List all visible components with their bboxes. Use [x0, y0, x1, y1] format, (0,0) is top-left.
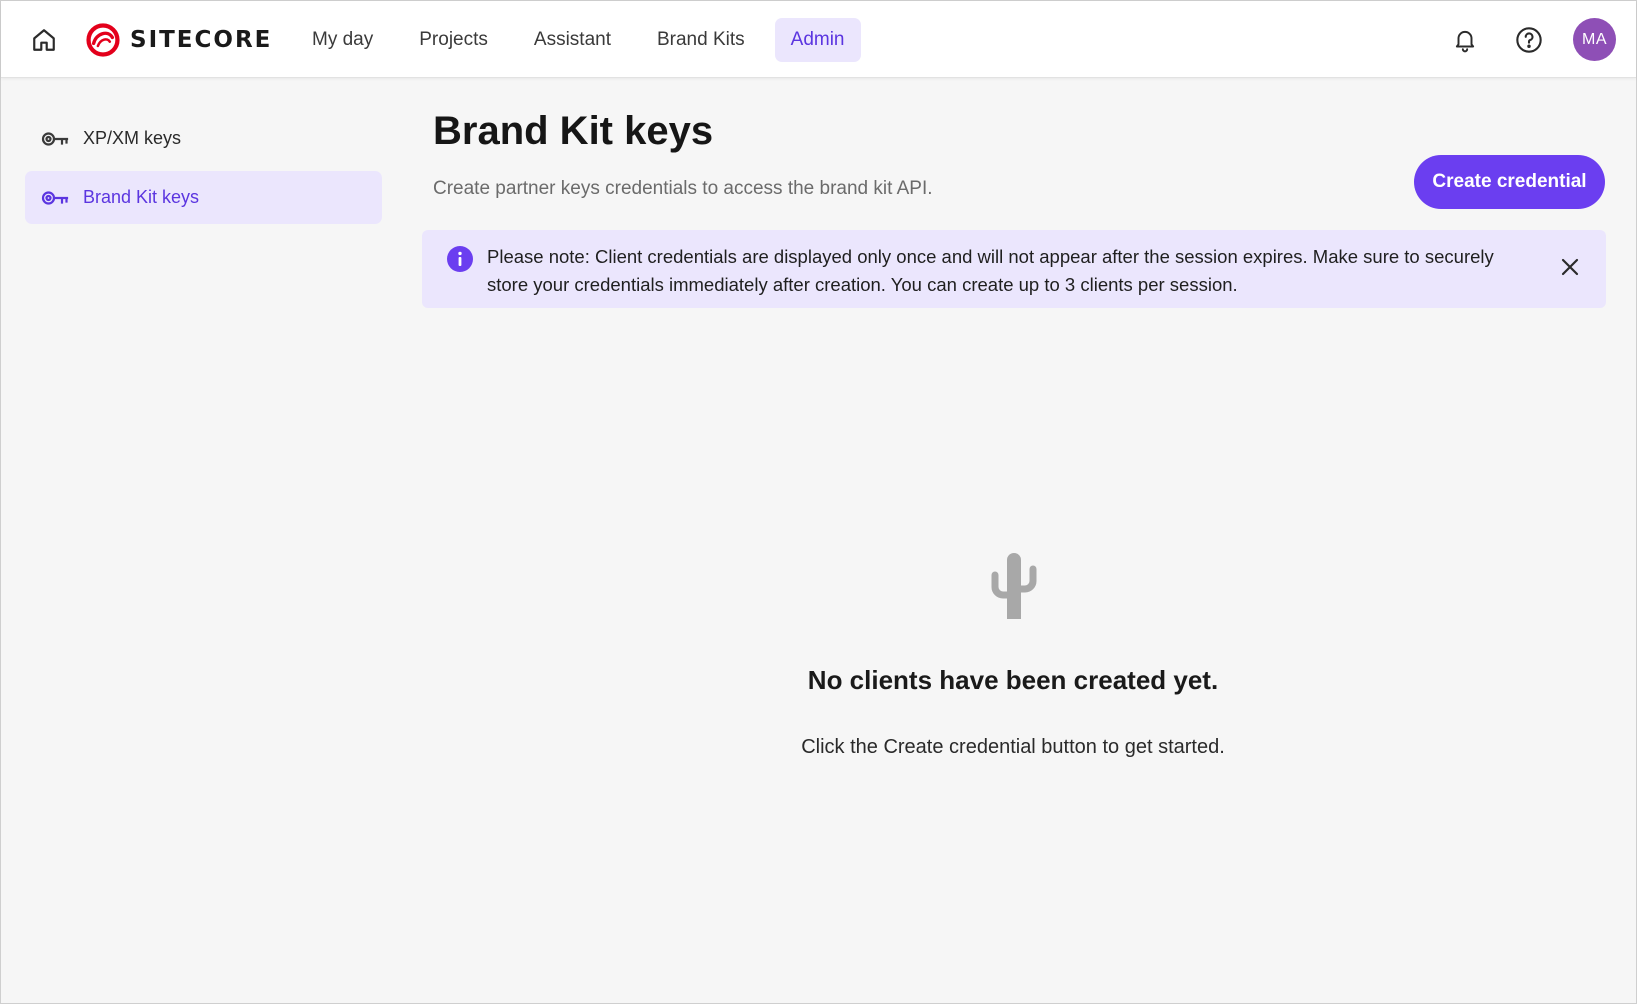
page-title: Brand Kit keys	[433, 109, 714, 153]
sidebar: XP/XM keys Brand Kit keys	[25, 112, 382, 230]
key-icon	[41, 131, 69, 146]
empty-state-title: No clients have been created yet.	[807, 665, 1219, 695]
home-button[interactable]	[27, 23, 61, 57]
sidebar-item-label: Brand Kit keys	[83, 187, 200, 207]
notice-text: Please note: Client credentials are disp…	[487, 246, 1494, 295]
notifications-button[interactable]	[1445, 20, 1485, 60]
bell-icon	[1455, 30, 1475, 53]
help-icon	[1516, 27, 1542, 53]
empty-state-description: Click the Create credential button to ge…	[801, 736, 1225, 758]
info-notice: Please note: Client credentials are disp…	[422, 230, 1606, 308]
nav-projects[interactable]: Projects	[403, 18, 504, 62]
sidebar-item-brand-kit-keys[interactable]: Brand Kit keys	[25, 171, 382, 224]
close-icon	[1561, 258, 1579, 276]
nav-my-day[interactable]: My day	[296, 18, 389, 62]
nav-brand-kits[interactable]: Brand Kits	[641, 18, 761, 62]
main-nav: My day Projects Assistant Brand Kits Adm…	[296, 18, 861, 62]
notice-close-button[interactable]	[1555, 252, 1585, 282]
logo-text: SITECORE	[130, 27, 273, 53]
app-window: SITECORE My day Projects Assistant Brand…	[0, 0, 1637, 1004]
top-header: SITECORE My day Projects Assistant Brand…	[1, 1, 1636, 78]
create-credential-button[interactable]: Create credential	[1414, 155, 1605, 209]
home-icon	[33, 29, 55, 51]
sitecore-logo[interactable]: SITECORE	[86, 21, 272, 59]
page-subtitle: Create partner keys credentials to acces…	[433, 178, 933, 199]
cactus-icon	[991, 553, 1037, 619]
key-icon	[41, 190, 69, 205]
sidebar-item-xp-xm-keys[interactable]: XP/XM keys	[25, 112, 382, 165]
user-avatar[interactable]: MA	[1573, 18, 1616, 61]
sidebar-item-label: XP/XM keys	[83, 128, 182, 148]
nav-assistant[interactable]: Assistant	[518, 18, 627, 62]
nav-admin[interactable]: Admin	[774, 18, 861, 62]
sitecore-logo-icon	[86, 23, 120, 57]
help-button[interactable]	[1509, 20, 1549, 60]
info-icon	[447, 246, 473, 272]
